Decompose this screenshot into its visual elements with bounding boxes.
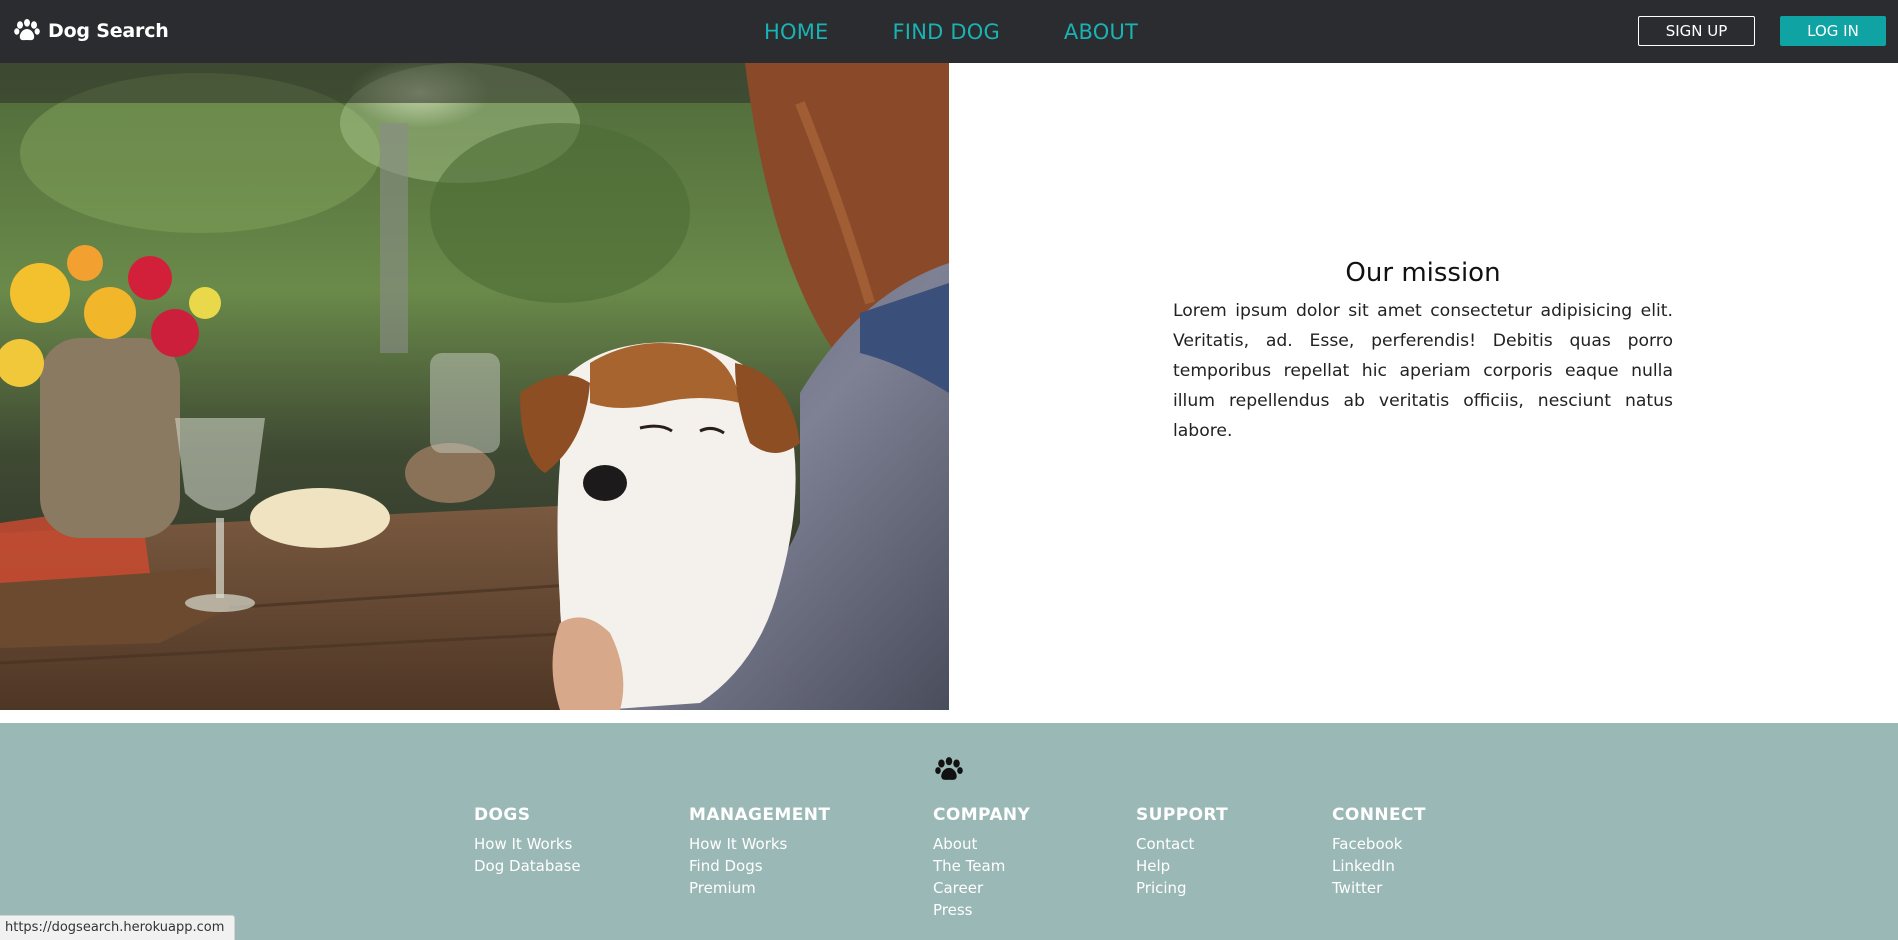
- footer-link-about[interactable]: About: [933, 833, 1030, 855]
- mission-section: Our mission Lorem ipsum dolor sit amet c…: [1173, 258, 1673, 446]
- footer-col-support: SUPPORT Contact Help Pricing: [1136, 805, 1228, 899]
- footer-heading-dogs: DOGS: [474, 805, 531, 825]
- footer-link-find-dogs[interactable]: Find Dogs: [689, 855, 830, 877]
- status-bar-url: https://dogsearch.herokuapp.com: [0, 915, 236, 940]
- mission-title: Our mission: [1345, 258, 1501, 288]
- footer-link-premium[interactable]: Premium: [689, 877, 830, 899]
- footer-col-management: MANAGEMENT How It Works Find Dogs Premiu…: [689, 805, 830, 899]
- footer: DOGS How It Works Dog Database MANAGEMEN…: [0, 723, 1898, 940]
- brand-name: Dog Search: [48, 20, 169, 42]
- footer-link-the-team[interactable]: The Team: [933, 855, 1030, 877]
- nav-home[interactable]: HOME: [764, 20, 829, 44]
- footer-link-pricing[interactable]: Pricing: [1136, 877, 1228, 899]
- signup-button[interactable]: SIGN UP: [1638, 16, 1755, 46]
- login-button[interactable]: LOG IN: [1780, 16, 1886, 46]
- footer-link-help[interactable]: Help: [1136, 855, 1228, 877]
- footer-link-twitter[interactable]: Twitter: [1332, 877, 1426, 899]
- footer-heading-connect: CONNECT: [1332, 805, 1426, 825]
- main-nav: HOME FIND DOG ABOUT: [764, 20, 1138, 44]
- nav-about[interactable]: ABOUT: [1064, 20, 1138, 44]
- footer-link-contact[interactable]: Contact: [1136, 833, 1228, 855]
- footer-link-dog-database[interactable]: Dog Database: [474, 855, 581, 877]
- footer-heading-support: SUPPORT: [1136, 805, 1229, 825]
- nav-find-dog[interactable]: FIND DOG: [893, 20, 1000, 44]
- paw-icon: [14, 19, 40, 43]
- navbar: Dog Search HOME FIND DOG ABOUT SIGN UP L…: [0, 0, 1898, 63]
- footer-link-career[interactable]: Career: [933, 877, 1030, 899]
- footer-link-how-it-works[interactable]: How It Works: [474, 833, 581, 855]
- footer-col-company: COMPANY About The Team Career Press: [933, 805, 1030, 921]
- footer-link-how-it-works[interactable]: How It Works: [689, 833, 830, 855]
- footer-heading-management: MANAGEMENT: [689, 805, 831, 825]
- footer-col-dogs: DOGS How It Works Dog Database: [474, 805, 581, 877]
- footer-link-press[interactable]: Press: [933, 899, 1030, 921]
- footer-col-connect: CONNECT Facebook LinkedIn Twitter: [1332, 805, 1426, 899]
- hero-image: [0, 63, 949, 710]
- brand-link[interactable]: Dog Search: [14, 19, 169, 43]
- footer-heading-company: COMPANY: [933, 805, 1031, 825]
- paw-icon: [935, 757, 963, 787]
- footer-link-facebook[interactable]: Facebook: [1332, 833, 1426, 855]
- footer-link-linkedin[interactable]: LinkedIn: [1332, 855, 1426, 877]
- mission-text: Lorem ipsum dolor sit amet consectetur a…: [1173, 301, 1673, 441]
